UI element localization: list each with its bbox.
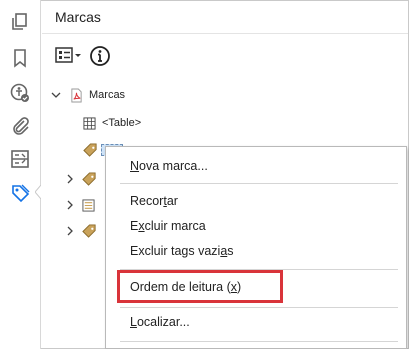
tags-icon[interactable] [6, 179, 34, 207]
tag-icon [82, 171, 97, 187]
menu-text: ar [166, 194, 178, 208]
attachment-icon[interactable] [6, 112, 34, 140]
info-button[interactable] [89, 45, 111, 67]
bookmark-icon[interactable] [6, 44, 34, 72]
chevron-down-icon[interactable] [50, 89, 62, 101]
tree-tag-row[interactable] [64, 220, 97, 242]
table-icon [83, 116, 96, 130]
menu-item-localizar[interactable]: Localizar... [130, 315, 190, 329]
menu-text: Recor [130, 194, 164, 208]
tree-root-label: Marcas [89, 89, 126, 101]
menu-text: Excluir tags vazi [130, 244, 221, 258]
menu-separator [120, 341, 398, 342]
menu-item-excluir-tags-vazias[interactable]: Excluir tags vazias [130, 244, 234, 258]
pdf-icon [70, 88, 83, 103]
menu-separator [120, 183, 398, 184]
panel-title: Marcas [55, 9, 101, 25]
options-icon [55, 47, 81, 63]
menu-text: ova marca... [139, 159, 208, 173]
menu-item-nova-marca[interactable]: Nova marca... [130, 159, 208, 173]
left-toolbar [0, 0, 42, 349]
tree-table-row[interactable]: <Table> [83, 112, 141, 134]
context-menu: Nova marca... Recortar Excluir marca Exc… [105, 146, 407, 349]
menu-text: s [227, 244, 234, 258]
menu-text: ocalizar... [136, 315, 190, 329]
tree-tag-row[interactable] [64, 168, 97, 190]
tag-icon [83, 142, 98, 158]
accessibility-icon[interactable] [6, 79, 34, 107]
form-icon [82, 198, 95, 212]
menu-item-recortar[interactable]: Recortar [130, 194, 178, 208]
panel-divider [42, 33, 408, 34]
options-menu-button[interactable] [55, 46, 85, 66]
menu-separator [120, 307, 398, 308]
tag-icon [82, 223, 97, 239]
active-tool-indicator [34, 184, 42, 200]
menu-mnemonic: N [130, 159, 140, 173]
menu-mnemonic: L [130, 315, 137, 329]
info-icon [90, 46, 110, 66]
highlight-box [117, 270, 283, 303]
pages-icon[interactable] [6, 8, 34, 36]
menu-item-excluir-marca[interactable]: Excluir marca [130, 219, 206, 233]
tree-table-label: <Table> [102, 117, 142, 129]
fields-icon[interactable] [6, 145, 34, 173]
chevron-right-icon[interactable] [64, 199, 76, 211]
tree-root-row[interactable]: Marcas [50, 84, 125, 106]
chevron-right-icon[interactable] [64, 225, 76, 237]
chevron-right-icon[interactable] [64, 173, 76, 185]
menu-text: cluir marca [144, 219, 206, 233]
tree-tag-row[interactable] [64, 194, 95, 216]
